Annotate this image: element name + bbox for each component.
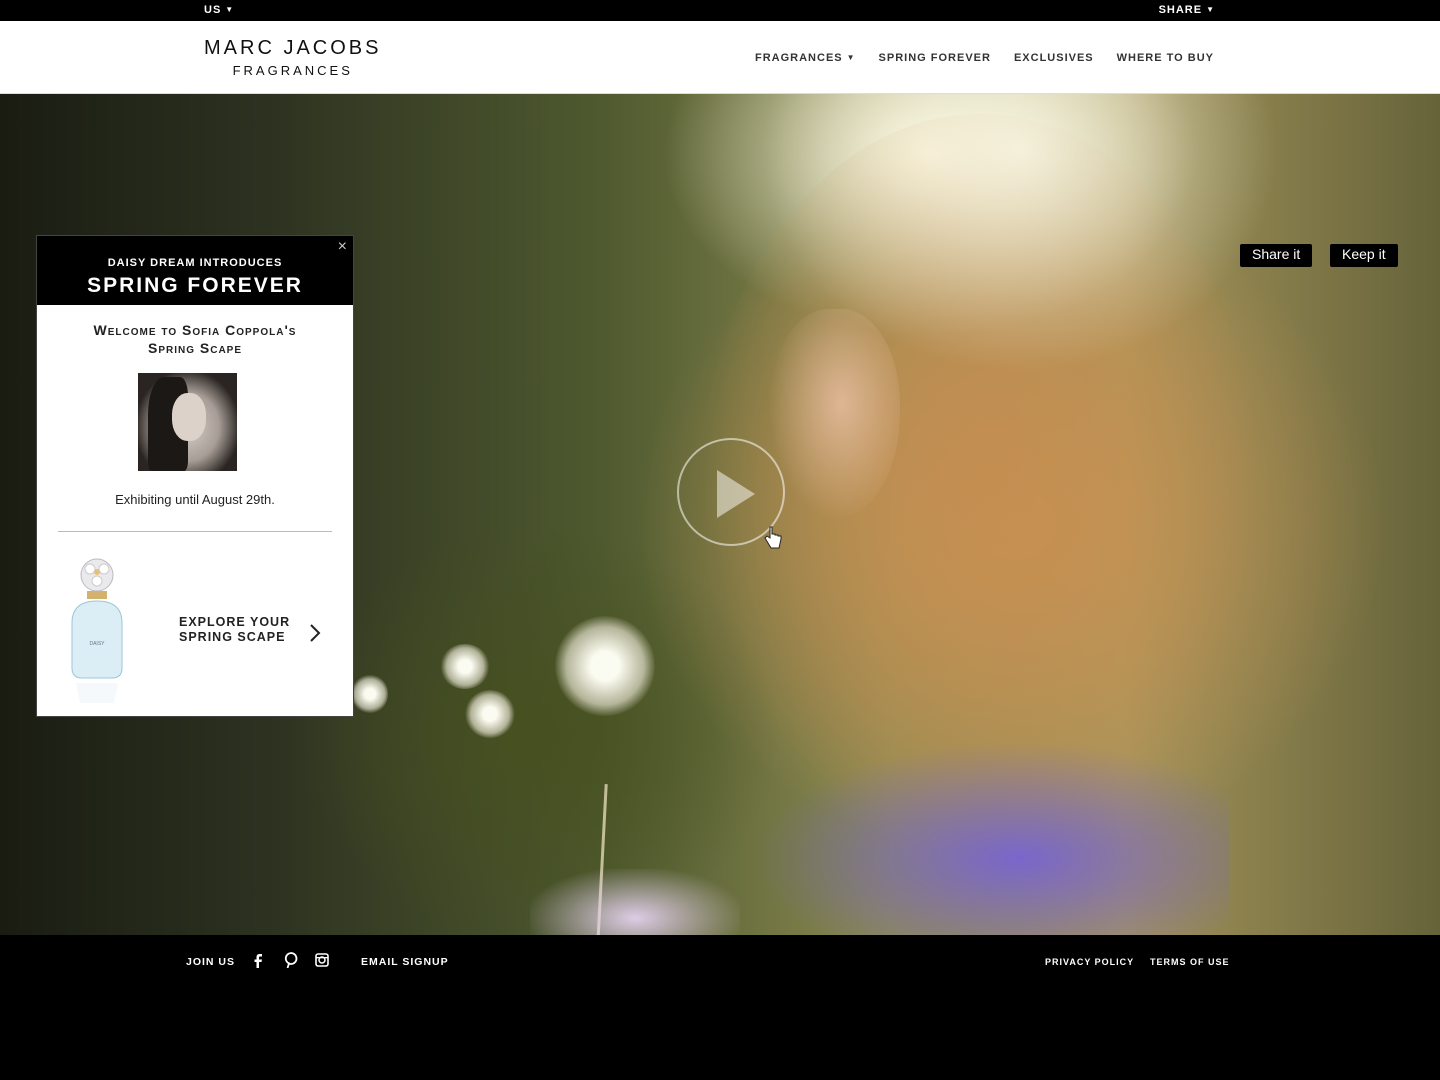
caret-down-icon: ▼ xyxy=(846,53,856,62)
daisy-bottle-image[interactable]: DAISY xyxy=(62,553,132,708)
close-icon[interactable]: × xyxy=(338,238,347,256)
instagram-icon[interactable] xyxy=(315,952,329,968)
nav-item-fragrances[interactable]: FRAGRANCES ▼ xyxy=(755,52,856,64)
popup-intro: DAISY DREAM INTRODUCES xyxy=(107,257,283,269)
keep-it-button[interactable]: Keep it xyxy=(1330,244,1398,267)
join-us-label: JOIN US xyxy=(186,956,236,968)
privacy-policy-link[interactable]: PRIVACY POLICY xyxy=(1045,957,1134,967)
popup-header: DAISY DREAM INTRODUCES SPRING FOREVER × xyxy=(37,236,353,305)
brand-logo[interactable]: MARC JACOBS FRAGRANCES xyxy=(204,37,381,78)
popup-welcome: Welcome to Sofia Coppola's Spring Scape xyxy=(37,321,353,357)
explore-line-1: EXPLORE YOUR xyxy=(179,615,291,629)
play-triangle xyxy=(717,470,755,518)
dandelion-puff xyxy=(440,644,490,689)
exhibiting-note: Exhibiting until August 29th. xyxy=(115,492,275,507)
portrait-face xyxy=(172,393,206,441)
popup-title: SPRING FOREVER xyxy=(87,274,303,297)
share-label: SHARE xyxy=(1158,4,1203,16)
hero-dress-shape xyxy=(760,744,1230,935)
brand-name: MARC JACOBS xyxy=(204,37,382,59)
hero-glove-shape xyxy=(530,869,740,935)
terms-of-use-link[interactable]: TERMS OF USE xyxy=(1150,957,1230,967)
welcome-line-2: Spring Scape xyxy=(147,340,243,356)
utility-bar: US ▼ SHARE ▼ xyxy=(0,0,1440,21)
hand-cursor-icon xyxy=(764,526,782,549)
region-selector[interactable]: US ▼ xyxy=(204,4,234,16)
dandelion-puff xyxy=(465,690,515,738)
explore-line-2: SPRING SCAPE xyxy=(179,630,286,644)
bottle-label: DAISY xyxy=(89,641,105,647)
email-signup-link[interactable]: EMAIL SIGNUP xyxy=(361,956,449,968)
caret-down-icon: ▼ xyxy=(225,5,235,14)
popup-divider xyxy=(58,531,332,532)
dandelion-puff xyxy=(352,674,388,714)
share-it-button[interactable]: Share it xyxy=(1240,244,1313,267)
caret-down-icon: ▼ xyxy=(1206,5,1215,14)
dandelion-puff xyxy=(555,616,655,716)
welcome-line-1: Welcome to Sofia Coppola's xyxy=(93,322,297,338)
hero-face-shape xyxy=(770,309,900,519)
pinterest-icon[interactable] xyxy=(284,952,298,968)
site-footer: JOIN US EMAIL SIGNUP PRIVACY POLICY TERM… xyxy=(0,935,1440,1080)
brand-subtitle: FRAGRANCES xyxy=(232,63,353,78)
region-label: US xyxy=(204,4,222,16)
nav-label: FRAGRANCES xyxy=(755,52,843,64)
share-menu[interactable]: SHARE ▼ xyxy=(1159,4,1215,16)
chevron-right-icon[interactable] xyxy=(309,624,323,642)
nav-item-where-to-buy[interactable]: WHERE TO BUY xyxy=(1117,52,1214,64)
facebook-icon[interactable] xyxy=(251,952,265,968)
nav-item-spring-forever[interactable]: SPRING FOREVER xyxy=(879,52,991,64)
site-header: MARC JACOBS FRAGRANCES FRAGRANCES ▼ SPRIN… xyxy=(0,21,1440,94)
nav-item-exclusives[interactable]: EXCLUSIVES xyxy=(1014,52,1094,64)
sofia-coppola-portrait[interactable] xyxy=(138,373,237,471)
main-nav: FRAGRANCES ▼ SPRING FOREVER EXCLUSIVES WH… xyxy=(755,52,1214,64)
explore-link[interactable]: EXPLORE YOUR SPRING SCAPE xyxy=(179,615,290,645)
spring-forever-popup: DAISY DREAM INTRODUCES SPRING FOREVER × … xyxy=(36,235,354,717)
